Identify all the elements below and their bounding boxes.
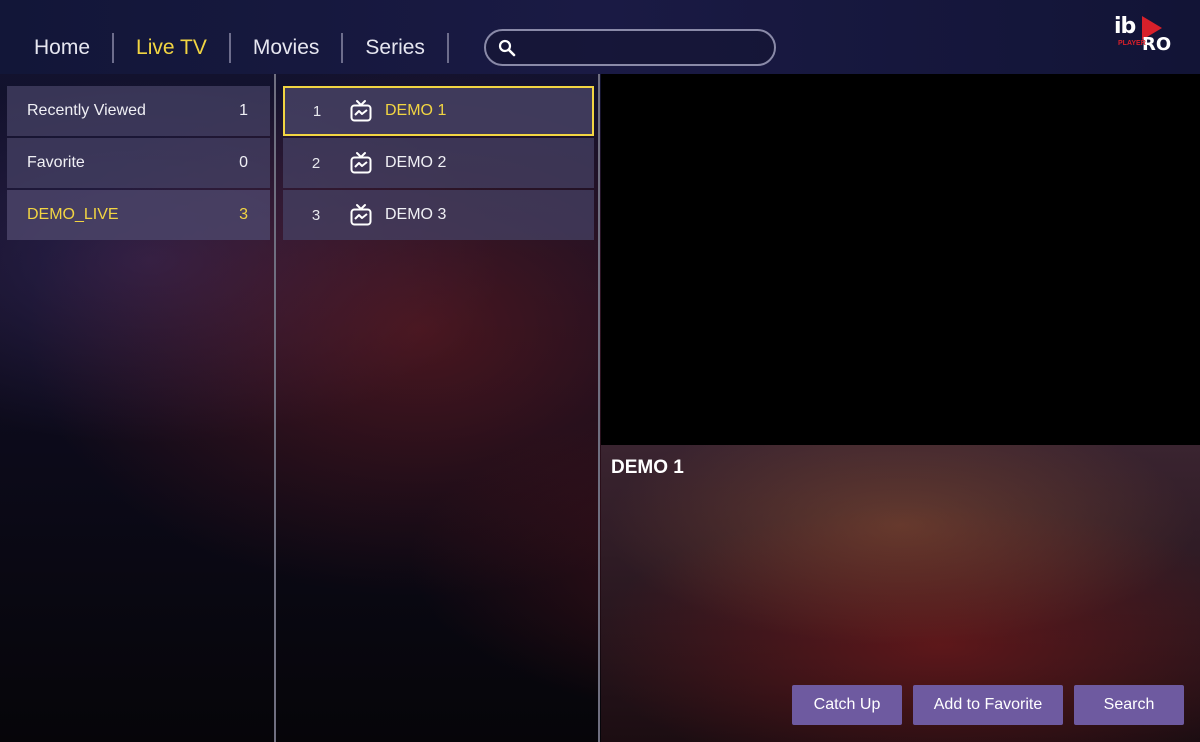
column-divider xyxy=(598,74,600,742)
top-bar: Home Live TV Movies Series ib RO PLAYER xyxy=(0,0,1200,74)
category-count: 1 xyxy=(239,102,248,119)
catch-up-button[interactable]: Catch Up xyxy=(792,685,902,725)
category-label: Favorite xyxy=(27,154,85,171)
channel-list: 1 DEMO 1 2 DEMO 2 3 DEMO 3 xyxy=(283,86,594,242)
now-playing-title: DEMO 1 xyxy=(611,457,684,478)
channel-name: DEMO 2 xyxy=(385,154,447,171)
logo-pro: RO xyxy=(1142,34,1172,55)
channel-number: 3 xyxy=(311,206,321,224)
category-label: Recently Viewed xyxy=(27,102,146,119)
category-label: DEMO_LIVE xyxy=(27,206,119,223)
search-box[interactable] xyxy=(484,29,776,66)
channel-name: DEMO 1 xyxy=(385,102,447,119)
tv-icon xyxy=(350,204,372,226)
nav-separator xyxy=(446,33,449,63)
logo-text: ib xyxy=(1114,14,1136,39)
nav-series[interactable]: Series xyxy=(343,28,447,68)
channel-item[interactable]: 1 DEMO 1 xyxy=(283,86,594,136)
nav-home[interactable]: Home xyxy=(0,28,112,68)
app-logo: ib RO PLAYER xyxy=(1114,14,1176,60)
video-player[interactable] xyxy=(601,74,1200,445)
channel-item[interactable]: 2 DEMO 2 xyxy=(283,138,594,188)
main-nav: Home Live TV Movies Series xyxy=(0,28,449,68)
search-icon xyxy=(498,39,516,57)
category-count: 3 xyxy=(239,206,248,223)
nav-live-tv[interactable]: Live TV xyxy=(114,28,229,68)
nav-movies[interactable]: Movies xyxy=(231,28,342,68)
category-demo-live[interactable]: DEMO_LIVE 3 xyxy=(7,190,270,240)
logo-player: PLAYER xyxy=(1118,40,1146,47)
category-favorite[interactable]: Favorite 0 xyxy=(7,138,270,188)
channel-number: 1 xyxy=(312,102,322,120)
column-divider xyxy=(274,74,276,742)
tv-icon xyxy=(350,152,372,174)
category-count: 0 xyxy=(239,154,248,171)
add-to-favorite-button[interactable]: Add to Favorite xyxy=(913,685,1063,725)
search-input[interactable] xyxy=(524,35,764,61)
search-button[interactable]: Search xyxy=(1074,685,1184,725)
channel-name: DEMO 3 xyxy=(385,206,447,223)
channel-item[interactable]: 3 DEMO 3 xyxy=(283,190,594,240)
category-list: Recently Viewed 1 Favorite 0 DEMO_LIVE 3 xyxy=(7,86,270,242)
channel-number: 2 xyxy=(311,154,321,172)
tv-icon xyxy=(350,100,372,122)
category-recently-viewed[interactable]: Recently Viewed 1 xyxy=(7,86,270,136)
